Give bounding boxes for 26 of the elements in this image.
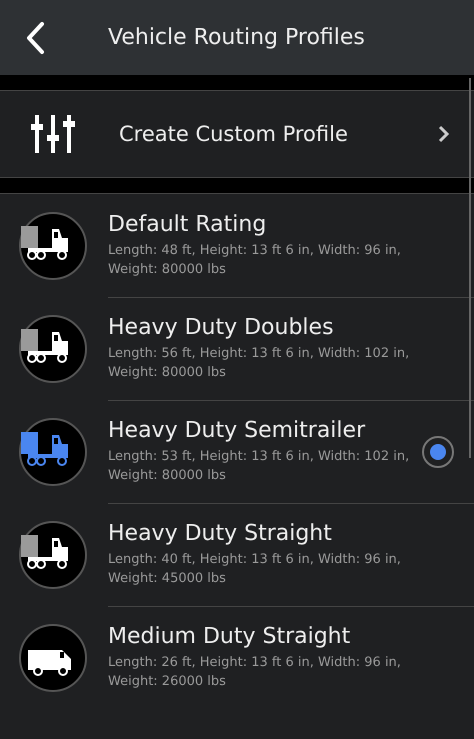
profile-name: Heavy Duty Doubles [108,315,335,340]
chevron-right-icon [438,125,450,143]
profile-details: Length: 26 ft, Height: 13 ft 6 in, Width: 96 in, Weight: 26000 lbs [108,654,402,691]
radio-button[interactable] [422,436,454,468]
profile-name: Heavy Duty Straight [108,521,333,546]
profile-details: Length: 53 ft, Height: 13 ft 6 in, Width: 102 in, Weight: 80000 lbs [108,448,410,485]
van-icon [18,622,88,692]
profile-item[interactable]: Default Rating Length: 48 ft, Height: 13 ft 6 in, Width: 96 in, Weight: 80000 lbs [0,194,474,297]
truck-icon [18,210,88,280]
profile-item[interactable]: Heavy Duty Straight Length: 40 ft, Height: 13 ft 6 in, Width: 96 in, Weight: 45000 lbs [0,503,474,606]
profile-item[interactable]: Heavy Duty Doubles Length: 56 ft, Height: 13 ft 6 in, Width: 102 in, Weight: 80000 lbs [0,297,474,400]
sliders-icon [30,115,76,153]
screen-title: Vehicle Routing Profiles [108,25,365,50]
profile-details: Length: 40 ft, Height: 13 ft 6 in, Width: 96 in, Weight: 45000 lbs [108,551,402,588]
profile-name: Medium Duty Straight [108,624,352,649]
profile-item[interactable]: Medium Duty Straight Length: 26 ft, Height: 13 ft 6 in, Width: 96 in, Weight: 26000 lbs [0,606,474,709]
profile-details: Length: 56 ft, Height: 13 ft 6 in, Width: 102 in, Weight: 80000 lbs [108,345,410,382]
truck-icon [18,314,88,384]
profile-name: Heavy Duty Semitrailer [108,418,366,443]
truck-icon [18,520,88,590]
profile-details: Length: 48 ft, Height: 13 ft 6 in, Width: 96 in, Weight: 80000 lbs [108,242,402,279]
truck-icon [18,416,88,486]
scrollbar[interactable] [469,78,471,458]
create-custom-profile-button[interactable]: Create Custom Profile [0,90,474,178]
profile-name: Default Rating [108,212,268,237]
profile-item[interactable]: Heavy Duty Semitrailer Length: 53 ft, Height: 13 ft 6 in, Width: 102 in, Weight: 80000 lbs [0,400,474,503]
